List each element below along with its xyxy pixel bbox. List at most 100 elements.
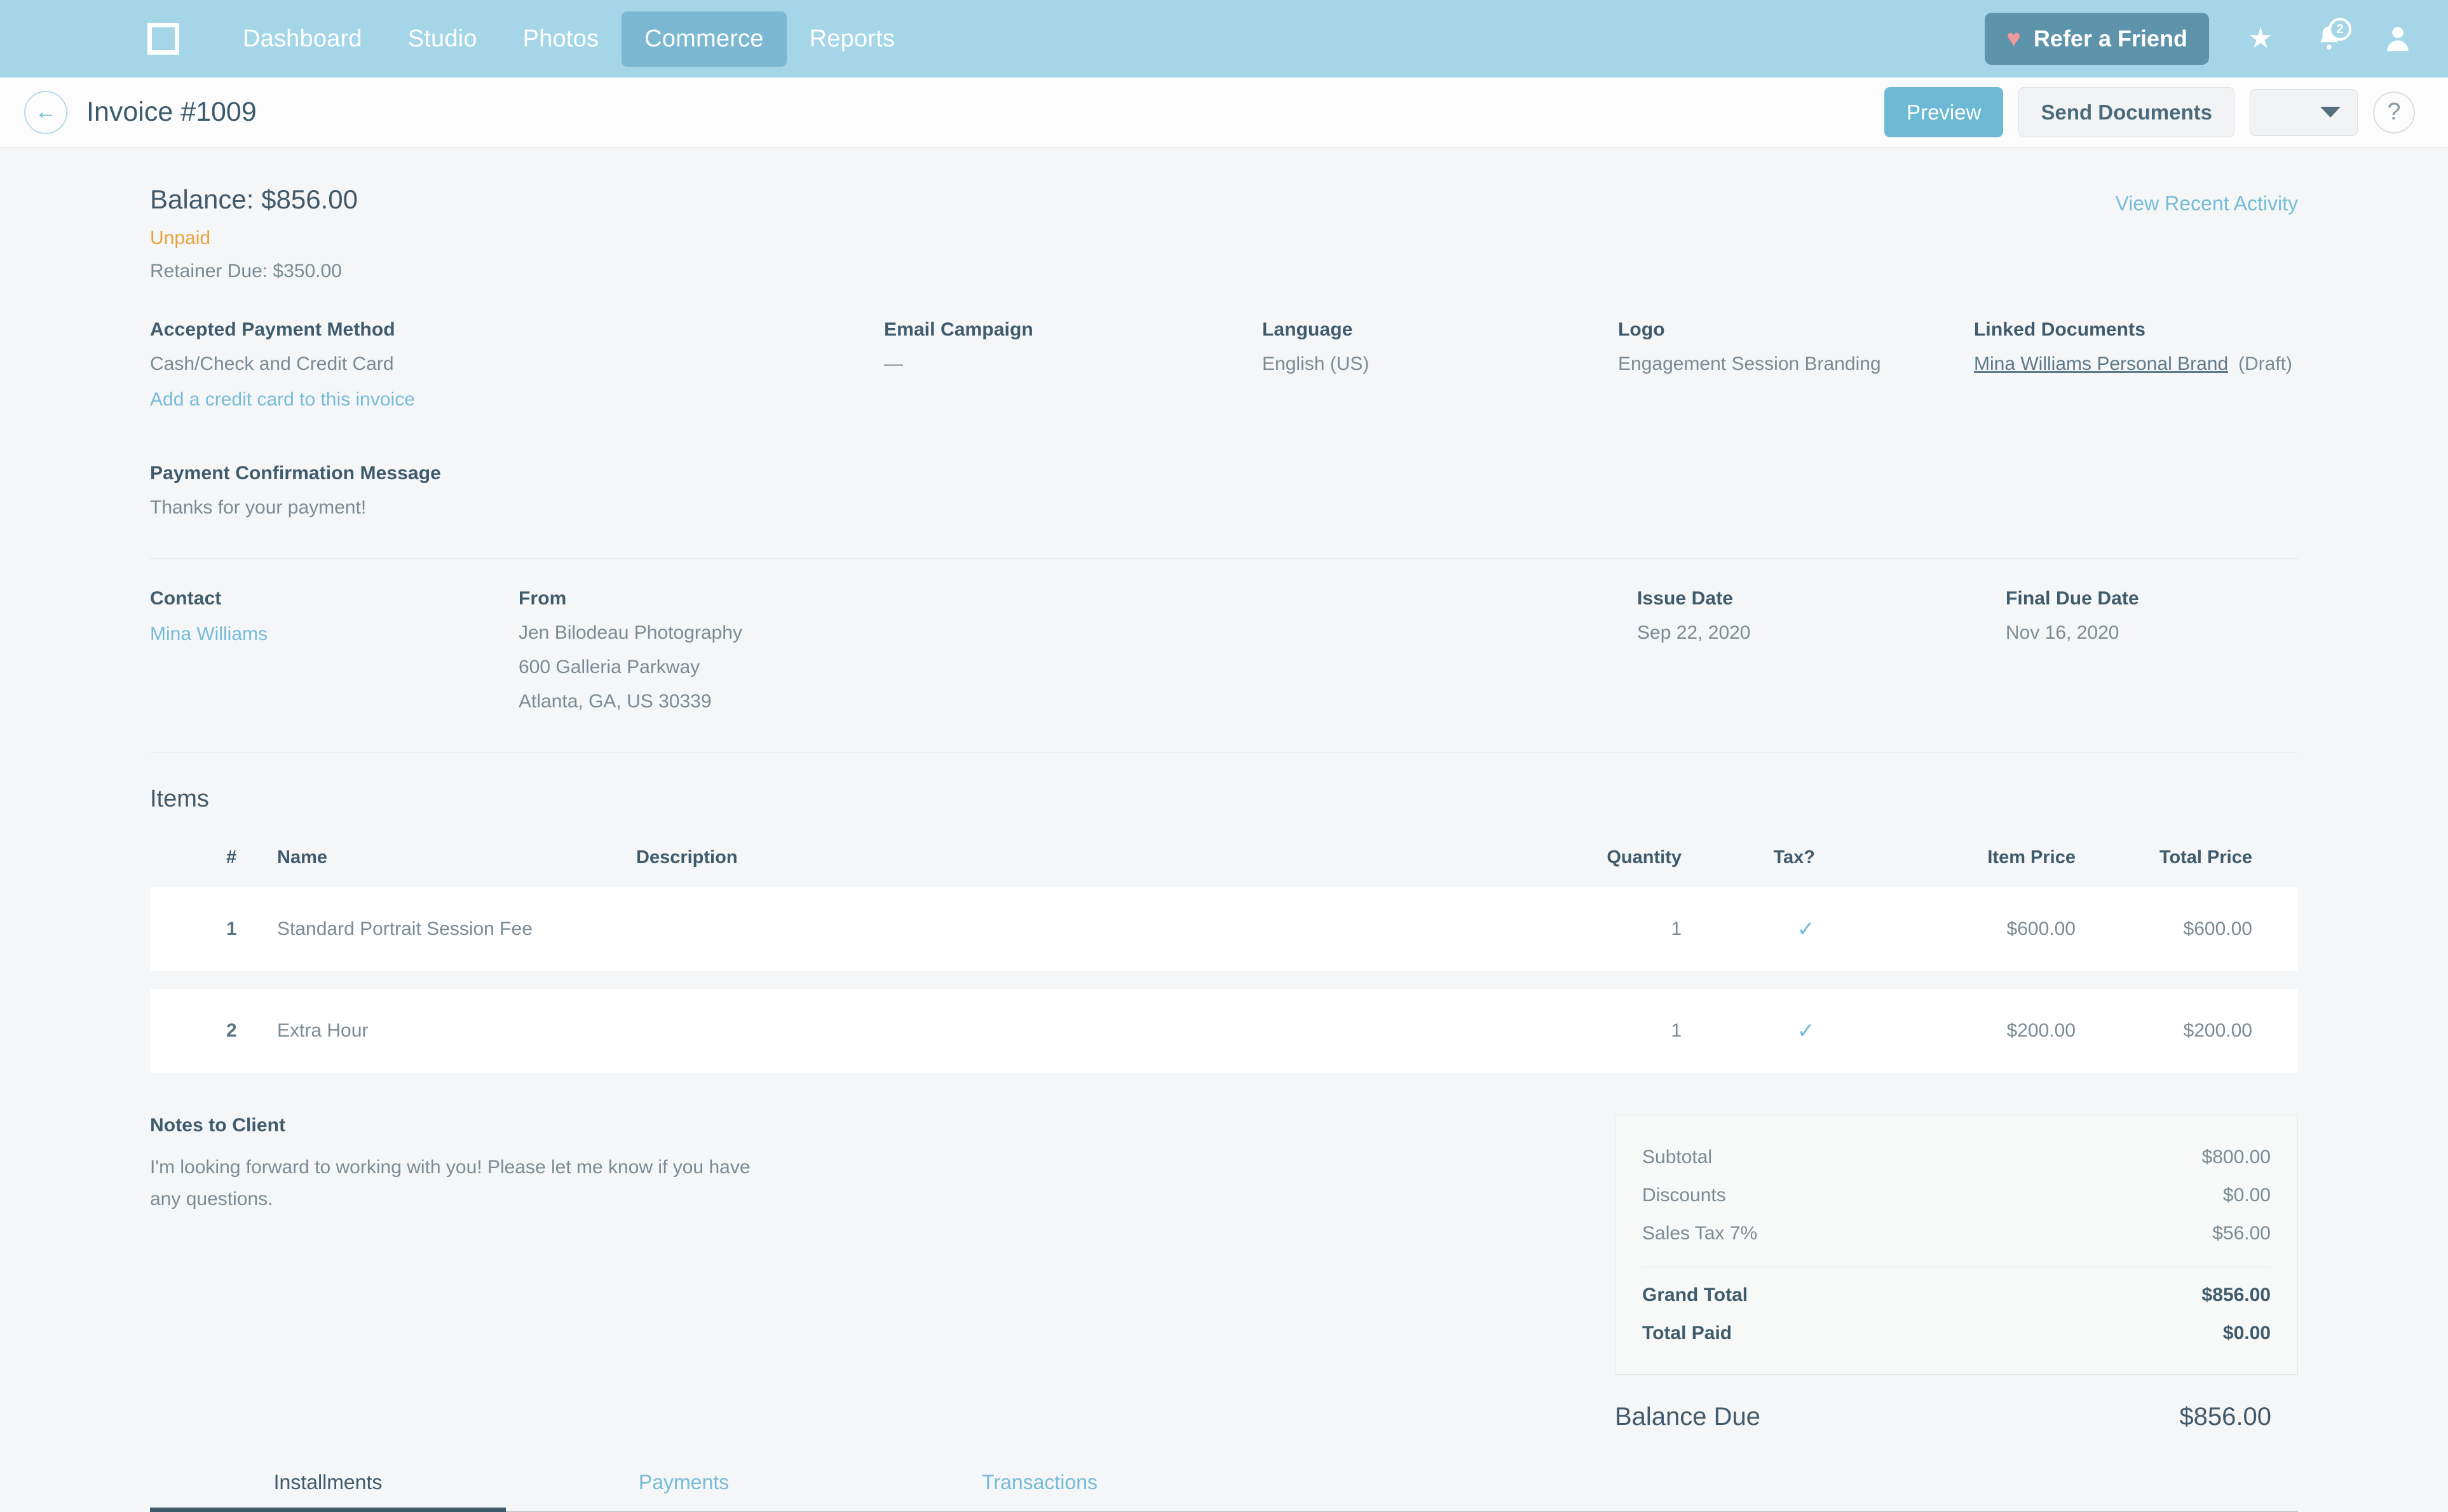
back-button[interactable]: ←: [24, 90, 67, 134]
from-line-1: Jen Bilodeau Photography: [519, 622, 742, 643]
accepted-payment-method-field: Accepted Payment Method Cash/Check and C…: [150, 319, 884, 411]
payment-confirmation-field: Payment Confirmation Message Thanks for …: [150, 463, 2298, 519]
column-header-name: Name: [277, 847, 327, 868]
notification-count-badge: 2: [2329, 18, 2351, 41]
grand-total-label: Grand Total: [1642, 1284, 1748, 1305]
total-paid-row: Total Paid $0.00: [1642, 1314, 2271, 1352]
subtotal-label: Subtotal: [1642, 1147, 1713, 1168]
totals-panel: Subtotal $800.00 Discounts $0.00 Sales T…: [1615, 1115, 2298, 1431]
contact-link[interactable]: Mina Williams: [150, 623, 268, 645]
divider-2: [150, 752, 2298, 753]
nav-item-commerce[interactable]: Commerce: [622, 11, 787, 67]
cell-name: Extra Hour: [277, 1020, 369, 1041]
page-subheader: ← Invoice #1009 Preview Send Documents ?: [0, 78, 2448, 147]
accepted-payment-method-value: Cash/Check and Credit Card: [150, 353, 394, 374]
linked-document-state: (Draft): [2238, 353, 2292, 374]
bell-icon[interactable]: 2: [2312, 18, 2351, 56]
nav-item-reports[interactable]: Reports: [787, 11, 918, 67]
column-header-tax: Tax?: [1773, 847, 1815, 868]
subtotal-value: $800.00: [2201, 1147, 2271, 1168]
logo-value: Engagement Session Branding: [1618, 353, 1881, 374]
discounts-label: Discounts: [1642, 1185, 1726, 1206]
divider: [150, 558, 2298, 559]
linked-documents-row: Mina Williams Personal Brandi... (Draft): [1974, 353, 2298, 375]
linked-documents-label: Linked Documents: [1974, 319, 2145, 340]
total-paid-value: $0.00: [2222, 1323, 2271, 1344]
totals-box: Subtotal $800.00 Discounts $0.00 Sales T…: [1615, 1115, 2298, 1375]
cell-num: 2: [226, 1020, 237, 1041]
column-header-num: #: [226, 847, 237, 868]
final-due-date-value: Nov 16, 2020: [2006, 622, 2119, 643]
star-icon[interactable]: ★: [2243, 22, 2278, 56]
brackets-logo-icon[interactable]: [144, 19, 183, 58]
cell-tax-check-icon: ✓: [1797, 1019, 1816, 1043]
from-line-2: 600 Galleria Parkway: [519, 657, 700, 678]
view-recent-activity-link[interactable]: View Recent Activity: [2115, 192, 2298, 215]
cell-total-price: $600.00: [2183, 918, 2252, 939]
balance-due-value: $856.00: [2179, 1403, 2271, 1431]
notes-body: I'm looking forward to working with you!…: [150, 1157, 751, 1209]
send-documents-button[interactable]: Send Documents: [2018, 86, 2234, 138]
payment-confirmation-value: Thanks for your payment!: [150, 497, 367, 518]
status-badge: Unpaid: [150, 228, 211, 249]
from-label: From: [519, 588, 567, 609]
contact-label: Contact: [150, 588, 222, 609]
user-glyph: [2387, 27, 2409, 51]
tab-transactions[interactable]: Transactions: [862, 1471, 1218, 1511]
discounts-value: $0.00: [2222, 1185, 2271, 1206]
notes-to-client: Notes to Client I'm looking forward to w…: [150, 1115, 900, 1215]
payment-confirmation-label: Payment Confirmation Message: [150, 463, 441, 484]
help-button[interactable]: ?: [2373, 91, 2415, 133]
add-credit-card-link[interactable]: Add a credit card to this invoice: [150, 389, 415, 411]
parties-grid: Contact Mina Williams From Jen Bilodeau …: [150, 588, 2298, 712]
cell-item-price: $200.00: [2006, 1020, 2076, 1041]
tab-payments[interactable]: Payments: [506, 1471, 862, 1511]
page-title: Invoice #1009: [86, 97, 257, 127]
top-navigation-bar: Dashboard Studio Photos Commerce Reports…: [0, 0, 2448, 78]
tab-installments[interactable]: Installments: [150, 1471, 506, 1511]
balance-label: Balance: $856.00: [150, 184, 358, 214]
subtotal-row: Subtotal $800.00: [1642, 1138, 2271, 1176]
grand-total-row: Grand Total $856.00: [1642, 1276, 2271, 1314]
email-campaign-field: Email Campaign —: [884, 319, 1262, 411]
column-header-quantity: Quantity: [1607, 847, 1682, 868]
arrow-left-icon: ←: [35, 100, 57, 124]
more-actions-dropdown[interactable]: [2250, 88, 2358, 136]
chevron-down-icon: [2320, 107, 2341, 118]
nav-item-photos[interactable]: Photos: [500, 11, 622, 67]
items-table-header: # Name Description Quantity Tax? Item Pr…: [150, 847, 2298, 887]
retainer-due-label: Retainer Due: $350.00: [150, 261, 342, 282]
items-section-title: Items: [150, 786, 209, 812]
refer-a-friend-button[interactable]: ♥ Refer a Friend: [1985, 13, 2209, 65]
balance-summary: Balance: $856.00 Unpaid Retainer Due: $3…: [150, 147, 2298, 282]
from-field: From Jen Bilodeau Photography 600 Galler…: [519, 588, 1637, 712]
from-line-3: Atlanta, GA, US 30339: [519, 691, 712, 712]
user-avatar-icon[interactable]: [2381, 22, 2415, 56]
issue-date-label: Issue Date: [1637, 588, 1734, 609]
nav-item-dashboard[interactable]: Dashboard: [220, 11, 385, 67]
table-row[interactable]: 2 Extra Hour 1 ✓ $200.00 $200.00: [150, 989, 2298, 1073]
issue-date-field: Issue Date Sep 22, 2020: [1637, 588, 2006, 712]
discounts-row: Discounts $0.00: [1642, 1176, 2271, 1215]
final-due-date-field: Final Due Date Nov 16, 2020: [2006, 588, 2298, 712]
nav-item-studio[interactable]: Studio: [385, 11, 500, 67]
subheader-actions: Preview Send Documents ?: [1884, 86, 2415, 138]
balance-block: Balance: $856.00 Unpaid Retainer Due: $3…: [150, 184, 358, 282]
cell-num: 1: [226, 918, 237, 939]
balance-due-label: Balance Due: [1615, 1403, 1761, 1431]
notes-and-totals: Notes to Client I'm looking forward to w…: [150, 1115, 2298, 1431]
contact-field: Contact Mina Williams: [150, 588, 519, 712]
cell-tax-check-icon: ✓: [1797, 917, 1816, 941]
heart-icon: ♥: [2006, 25, 2021, 52]
column-header-description: Description: [636, 847, 738, 868]
language-label: Language: [1262, 319, 1353, 340]
preview-button[interactable]: Preview: [1884, 86, 2004, 138]
column-header-total-price: Total Price: [2159, 847, 2252, 868]
final-due-date-label: Final Due Date: [2006, 588, 2139, 609]
cell-item-price: $600.00: [2006, 918, 2076, 939]
total-paid-label: Total Paid: [1642, 1323, 1732, 1344]
linked-document-link[interactable]: Mina Williams Personal Brandi...: [1974, 353, 2228, 375]
linked-documents-field: Linked Documents Mina Williams Personal …: [1974, 319, 2298, 411]
sales-tax-row: Sales Tax 7% $56.00: [1642, 1215, 2271, 1253]
table-row[interactable]: 1 Standard Portrait Session Fee 1 ✓ $600…: [150, 887, 2298, 971]
